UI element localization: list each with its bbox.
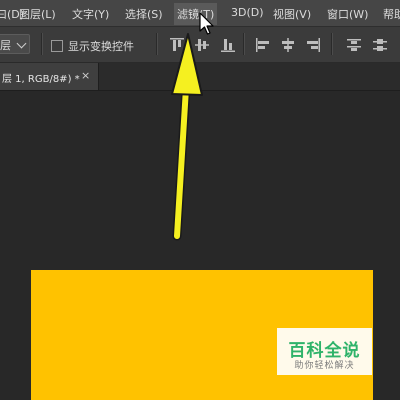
menu-select[interactable]: 选择(S) — [125, 6, 163, 22]
align-left-icon[interactable] — [256, 38, 270, 52]
close-icon[interactable]: × — [81, 69, 90, 82]
mouse-cursor-icon — [199, 12, 214, 35]
document-tab-title: 层 1, RGB/8#) * — [2, 74, 80, 85]
dropdown-value: 层 — [0, 39, 11, 52]
watermark-logo: 百科全说 助你轻松解决 — [277, 328, 372, 375]
align-bottom-icon[interactable] — [221, 38, 235, 52]
divider — [41, 33, 42, 55]
align-horizontal-center-icon[interactable] — [281, 38, 295, 52]
document-tab-bar: 层 1, RGB/8#) * × — [0, 63, 400, 91]
watermark-subtitle: 助你轻松解决 — [294, 361, 355, 371]
menu-layer[interactable]: 图层(L) — [19, 6, 56, 22]
menu-view[interactable]: 视图(V) — [273, 6, 311, 22]
chevron-down-icon — [16, 38, 27, 49]
show-transform-checkbox[interactable] — [51, 40, 63, 52]
menu-help[interactable]: 帮助 — [383, 6, 400, 22]
document-tab[interactable]: 层 1, RGB/8#) * × — [0, 63, 99, 90]
divider — [331, 33, 332, 55]
divider — [243, 33, 244, 55]
divider — [156, 33, 157, 55]
menu-type[interactable]: 文字(Y) — [72, 6, 109, 22]
show-transform-label: 显示变换控件 — [68, 40, 134, 53]
menu-window[interactable]: 窗口(W) — [327, 6, 368, 22]
distribute-vertical-center-icon[interactable] — [373, 38, 387, 52]
menu-3d[interactable]: 3D(D) — [231, 6, 264, 19]
distribute-top-icon[interactable] — [347, 38, 361, 52]
align-top-icon[interactable] — [170, 38, 184, 52]
align-right-icon[interactable] — [306, 38, 320, 52]
auto-select-dropdown[interactable]: 层 — [0, 34, 30, 54]
align-vertical-center-icon[interactable] — [195, 38, 209, 52]
